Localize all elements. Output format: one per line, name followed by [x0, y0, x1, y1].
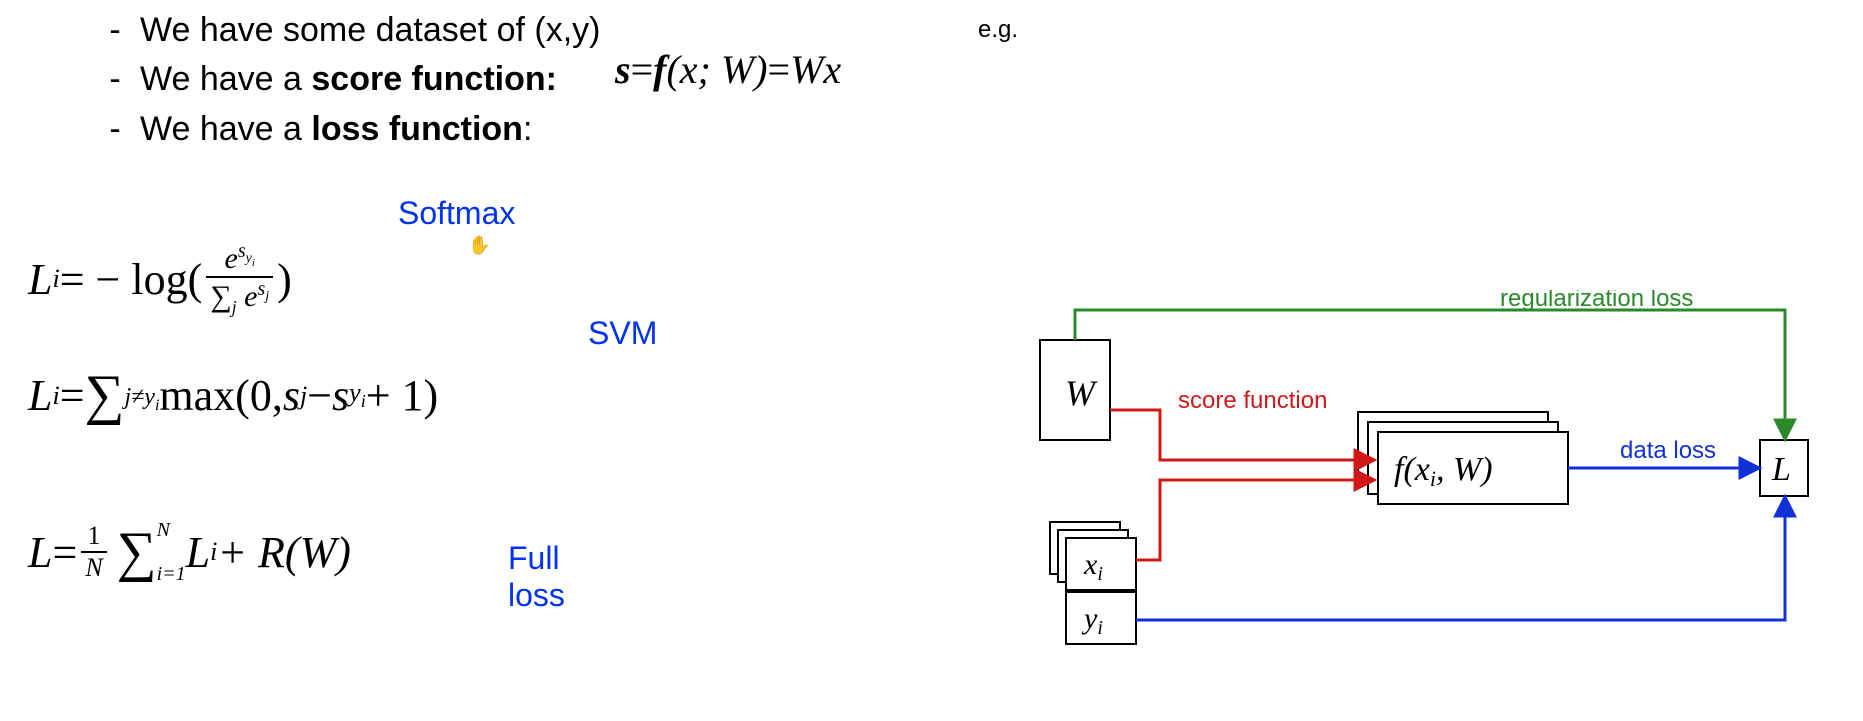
svm-eq: = [60, 370, 85, 421]
svm-equation: Li = ∑ j≠yi max(0, sj − syi + 1) [28, 370, 438, 421]
diagram-data-label: data loss [1620, 437, 1716, 464]
softmax-num: esyi [220, 240, 258, 276]
den-exp-j: j [265, 289, 269, 304]
svm-label: SVM [588, 315, 657, 352]
score-args: (x; W) [666, 46, 767, 93]
bullet-3-text: We have a loss function: [140, 105, 532, 154]
bullet-2-text: We have a score function: [140, 55, 557, 104]
svm-sy-y: y [349, 378, 361, 407]
score-s: s [615, 46, 631, 93]
bullet-1: - We have some dataset of (x,y) [90, 6, 600, 55]
full-loss-equation: L = 1 N ∑ N i=1 Li + R(W) [28, 520, 351, 584]
bullet-dash: - [90, 55, 140, 104]
num-exp-yi: i [252, 257, 255, 269]
svm-sum: ∑ [85, 373, 125, 418]
full-sum-sup: N [157, 520, 186, 540]
svm-minus: − [307, 370, 332, 421]
num-exp: s [238, 240, 246, 262]
hand-cursor-icon: ✋ [468, 235, 490, 256]
score-eq1: = [631, 46, 654, 93]
full-Li: L [186, 527, 210, 578]
softmax-eq-text: = − log( [60, 254, 203, 305]
svm-sub-text: j≠y [124, 384, 155, 410]
diagram-L: L [1771, 451, 1791, 488]
full-eq: = [52, 527, 77, 578]
softmax-equation: Li = − log( esyi ∑j esj ) [28, 240, 292, 318]
score-f: f [653, 46, 666, 93]
bullet-3-bold: loss function [311, 110, 523, 148]
svm-Li: L [28, 370, 52, 421]
full-sum-sub: i=1 [157, 564, 186, 584]
den-sum: ∑ [210, 280, 231, 313]
softmax-label: Softmax [398, 195, 515, 232]
full-RW: + R(W) [217, 527, 351, 578]
bullet-3-post: : [523, 110, 532, 148]
svm-sy: s [332, 370, 349, 421]
bullet-3: - We have a loss function: [90, 105, 600, 154]
Li-sub: i [52, 264, 59, 294]
svm-tail: + 1) [366, 370, 438, 421]
loss-diagram: W xi yi f(xi, W) L regularization loss [1010, 290, 1830, 670]
bullet-1-text: We have some dataset of (x,y) [140, 6, 600, 55]
slide: - We have some dataset of (x,y) - We hav… [0, 0, 1863, 721]
num-e: e [224, 242, 237, 275]
full-sum-limits: N i=1 [157, 520, 186, 584]
full-one: 1 [83, 521, 104, 551]
score-equation: e.g. s = f (x; W) = Wx [615, 46, 841, 93]
Li: L [28, 254, 52, 305]
svm-sum-sub: j≠yi [124, 384, 159, 415]
full-N: N [81, 553, 106, 583]
diagram-reg-label: regularization loss [1500, 290, 1693, 312]
svm-sj-sub: j [300, 381, 307, 411]
softmax-fraction: esyi ∑j esj [206, 240, 273, 318]
full-L: L [28, 527, 52, 578]
diagram-W: W [1065, 373, 1098, 413]
bullet-2-pre: We have a [140, 60, 311, 98]
full-loss-label: Full loss [508, 540, 565, 614]
bullet-list: - We have some dataset of (x,y) - We hav… [90, 6, 600, 154]
score-rhs: Wx [790, 46, 841, 93]
svm-Li-sub: i [52, 381, 59, 411]
softmax-close: ) [277, 254, 292, 305]
bullet-2-bold: score function: [311, 60, 557, 98]
softmax-den: ∑j esj [206, 278, 273, 318]
svm-sj: s [283, 370, 300, 421]
score-eq2: = [768, 46, 791, 93]
full-Li-sub: i [210, 537, 217, 567]
full-frac: 1 N [81, 521, 106, 583]
den-j: j [232, 297, 237, 317]
den-e: e [244, 280, 257, 313]
bullet-3-pre: We have a [140, 110, 311, 148]
full-sum: ∑ [117, 530, 157, 575]
bullet-dash: - [90, 105, 140, 154]
eg-label: e.g. [978, 16, 1018, 44]
svm-max: max(0, [159, 370, 282, 421]
diagram-f: f(xi, W) [1394, 451, 1493, 491]
diagram-score-label: score function [1178, 387, 1327, 414]
bullet-dash: - [90, 6, 140, 55]
bullet-2: - We have a score function: [90, 55, 600, 104]
